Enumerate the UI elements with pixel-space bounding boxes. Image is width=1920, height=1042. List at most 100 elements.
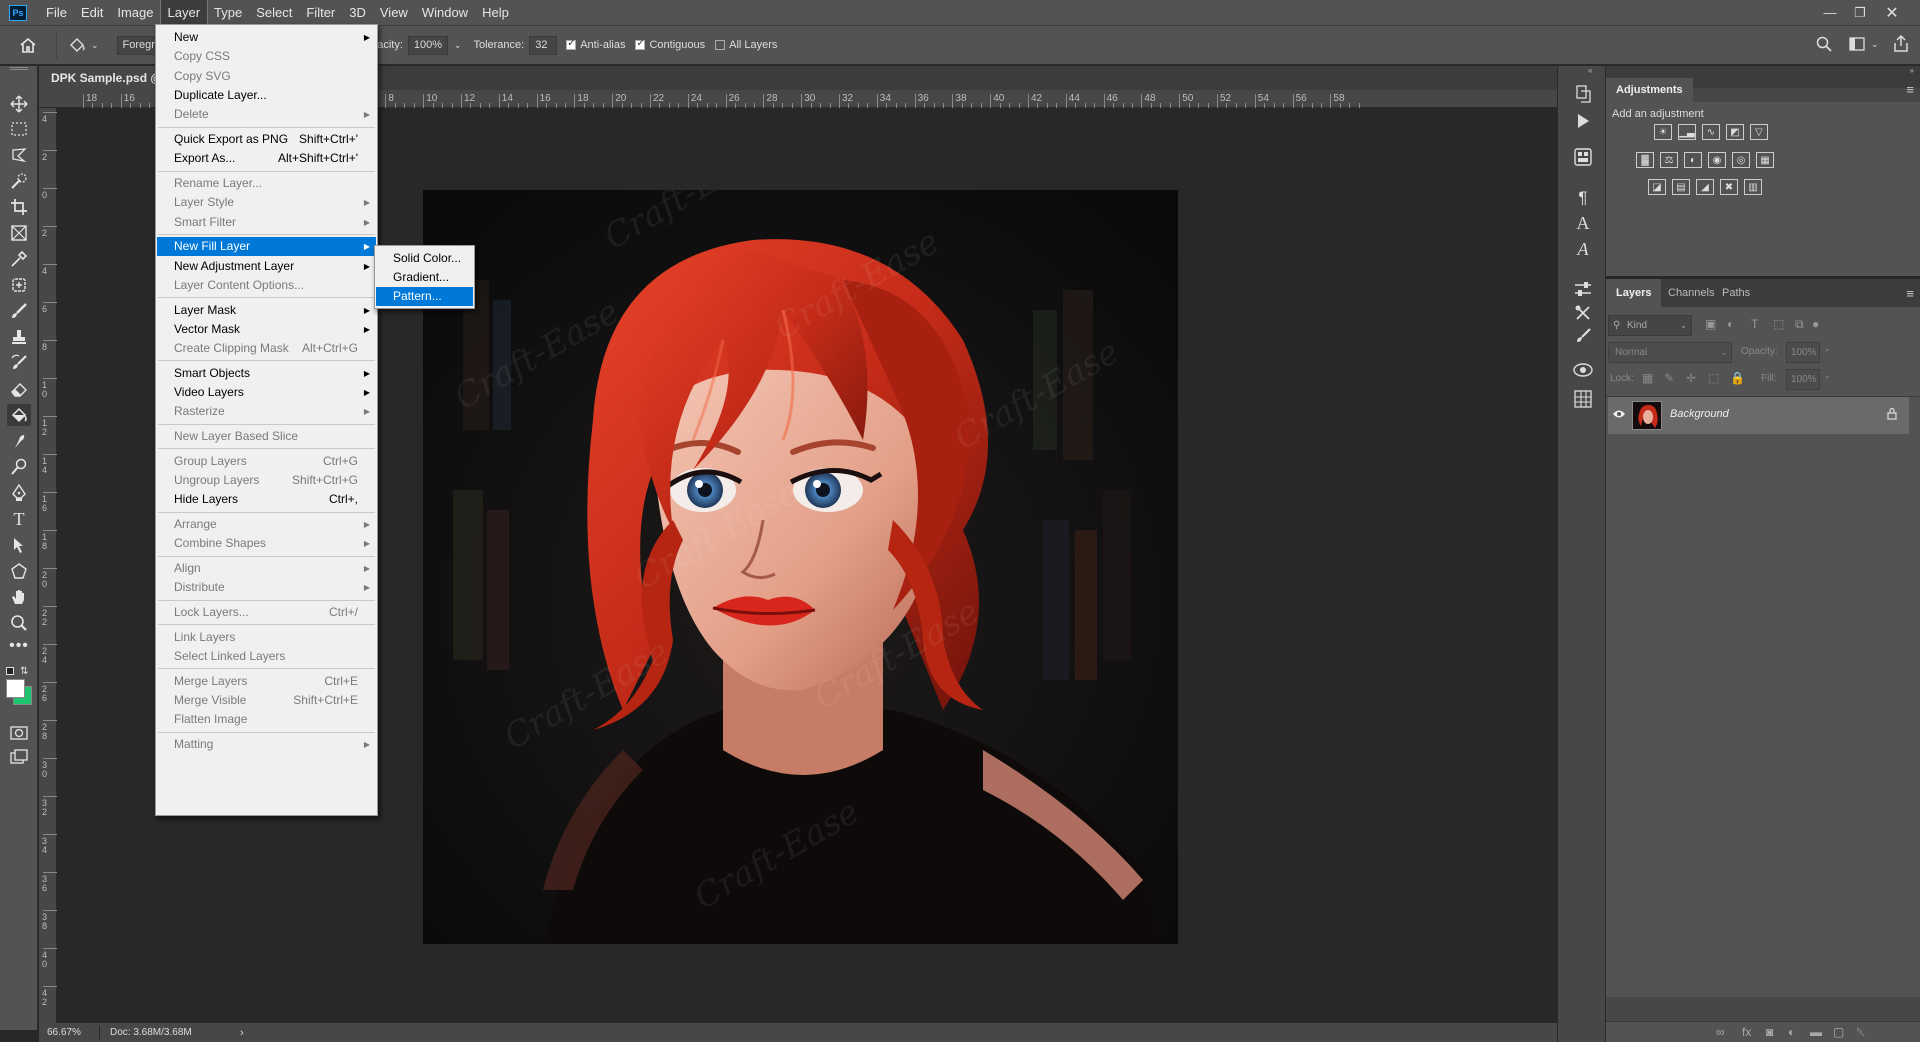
tab-adjustments[interactable]: Adjustments	[1606, 78, 1693, 102]
menu-image[interactable]: Image	[110, 0, 160, 25]
menu-item-merge-visible[interactable]: Merge Visible Shift+Ctrl+E	[157, 691, 376, 710]
frame-tool-icon[interactable]	[7, 222, 31, 244]
menu-item-hide-layers[interactable]: Hide Layers Ctrl+,	[157, 490, 376, 509]
invert-icon[interactable]: ◪	[1648, 179, 1666, 195]
new-layer-icon[interactable]: ▢	[1833, 1025, 1844, 1039]
delete-layer-icon[interactable]: ␡	[1856, 1025, 1866, 1040]
character-panel-icon[interactable]: A	[1572, 212, 1594, 234]
menu-item-distribute[interactable]: Distribute ▶	[157, 578, 376, 597]
menu-item-delete[interactable]: Delete ▶	[157, 105, 376, 124]
zoom-tool-icon[interactable]	[7, 612, 31, 634]
menu-item-vector-mask[interactable]: Vector Mask ▶	[157, 320, 376, 339]
brush-tool-icon[interactable]	[7, 300, 31, 322]
menu-item-quick-export-as-png[interactable]: Quick Export as PNG Shift+Ctrl+'	[157, 130, 376, 149]
menu-item-new[interactable]: New ▶	[157, 28, 376, 47]
default-colors-icon[interactable]	[6, 667, 14, 675]
menu-view[interactable]: View	[373, 0, 415, 25]
black-white-icon[interactable]: ◐	[1684, 152, 1702, 168]
antialias-checkbox[interactable]: Anti-alias	[566, 38, 625, 51]
eyedropper-tool-icon[interactable]	[7, 248, 31, 270]
menu-item-rasterize[interactable]: Rasterize ▶	[157, 402, 376, 421]
levels-icon[interactable]: ▁▃	[1678, 124, 1696, 140]
posterize-icon[interactable]: ▤	[1672, 179, 1690, 195]
paragraph-panel-icon[interactable]: ¶	[1572, 187, 1594, 209]
healing-brush-tool-icon[interactable]	[7, 274, 31, 296]
collapse-panels-icon[interactable]: «	[1588, 66, 1592, 75]
pixel-filter-icon[interactable]: ▣	[1705, 317, 1716, 331]
document-canvas[interactable]: Craft-Ease Craft-Ease Craft-Ease Craft-E…	[423, 190, 1178, 944]
add-mask-icon[interactable]: ◙	[1766, 1025, 1773, 1039]
menu-item-copy-css[interactable]: Copy CSS	[157, 47, 376, 66]
menu-filter[interactable]: Filter	[299, 0, 342, 25]
menu-item-video-layers[interactable]: Video Layers ▶	[157, 383, 376, 402]
menu-item-new-adjustment-layer[interactable]: New Adjustment Layer ▶	[157, 257, 376, 276]
menu-type[interactable]: Type	[207, 0, 249, 25]
layer-opacity-arrow-icon[interactable]: ⌄	[1824, 344, 1831, 353]
toolbar-grip[interactable]	[10, 67, 28, 70]
smudge-tool-icon[interactable]	[7, 430, 31, 452]
menu-3d[interactable]: 3D	[342, 0, 373, 25]
share-icon[interactable]	[1893, 34, 1909, 55]
lock-transparent-icon[interactable]: ▦	[1642, 371, 1653, 385]
menu-help[interactable]: Help	[475, 0, 516, 25]
fx-icon[interactable]: fx	[1742, 1025, 1751, 1039]
submenu-item-pattern[interactable]: Pattern...	[376, 287, 473, 306]
layer-lock-icon[interactable]	[1887, 407, 1897, 423]
menu-item-create-clipping-mask[interactable]: Create Clipping Mask Alt+Ctrl+G	[157, 339, 376, 358]
lasso-tool-icon[interactable]	[7, 144, 31, 166]
lock-artboard-icon[interactable]: ⬚	[1708, 371, 1719, 385]
menu-item-new-fill-layer[interactable]: New Fill Layer ▶	[157, 237, 376, 257]
curves-icon[interactable]: ∿	[1702, 124, 1720, 140]
workspace-icon[interactable]: ⌄	[1849, 37, 1879, 51]
opacity-dropdown-icon[interactable]: ⌄	[454, 40, 462, 51]
marquee-tool-icon[interactable]	[7, 118, 31, 140]
eraser-tool-icon[interactable]	[7, 378, 31, 400]
submenu-item-solid-color[interactable]: Solid Color...	[376, 249, 473, 268]
history-brush-tool-icon[interactable]	[7, 352, 31, 374]
menu-item-merge-layers[interactable]: Merge Layers Ctrl+E	[157, 672, 376, 691]
menu-item-smart-objects[interactable]: Smart Objects ▶	[157, 364, 376, 383]
adjustment-filter-icon[interactable]: ◐	[1727, 317, 1734, 331]
move-tool-icon[interactable]	[7, 93, 31, 115]
menu-item-align[interactable]: Align ▶	[157, 559, 376, 578]
close-icon[interactable]: ✕	[1878, 0, 1906, 25]
menu-item-link-layers[interactable]: Link Layers	[157, 628, 376, 647]
layers-menu-icon[interactable]: ≡	[1906, 286, 1914, 301]
submenu-item-gradient[interactable]: Gradient...	[376, 268, 473, 287]
document-tab[interactable]: DPK Sample.psd @	[39, 66, 157, 90]
menu-item-export-as[interactable]: Export As... Alt+Shift+Ctrl+'	[157, 149, 376, 168]
hand-tool-icon[interactable]	[7, 586, 31, 608]
exposure-icon[interactable]: ◩	[1726, 124, 1744, 140]
all-layers-checkbox[interactable]: All Layers	[715, 39, 777, 51]
fill-arrow-icon[interactable]: ⌄	[1824, 371, 1831, 380]
layer-row[interactable]: Background	[1608, 397, 1909, 434]
shape-filter-icon[interactable]: ⬚	[1773, 317, 1784, 331]
lock-position-icon[interactable]: ✛	[1686, 371, 1696, 385]
fill-source-select[interactable]: Foregro	[116, 35, 161, 55]
menu-item-flatten-image[interactable]: Flatten Image	[157, 710, 376, 729]
adjustments-menu-icon[interactable]: ≡	[1906, 82, 1914, 97]
libraries-panel-icon[interactable]	[1572, 146, 1594, 168]
menu-item-smart-filter[interactable]: Smart Filter ▶	[157, 213, 376, 232]
vibrance-icon[interactable]: ▽	[1750, 124, 1768, 140]
tolerance-input[interactable]: 32	[529, 35, 558, 55]
type-filter-icon[interactable]: T	[1751, 317, 1758, 331]
hue-saturation-icon[interactable]: ▓	[1636, 152, 1654, 168]
smart-object-filter-icon[interactable]: ⧉	[1795, 317, 1804, 332]
link-layers-icon[interactable]: ∞	[1716, 1025, 1725, 1039]
layer-opacity-input[interactable]: 100%	[1786, 342, 1820, 363]
fill-input[interactable]: 100%	[1786, 369, 1820, 390]
path-selection-tool-icon[interactable]	[7, 534, 31, 556]
tab-paths[interactable]: Paths	[1712, 279, 1760, 307]
menu-edit[interactable]: Edit	[74, 0, 110, 25]
paint-bucket-preset-icon[interactable]: ⌄	[67, 36, 99, 54]
menu-item-group-layers[interactable]: Group Layers Ctrl+G	[157, 452, 376, 471]
clone-stamp-tool-icon[interactable]	[7, 326, 31, 348]
menu-item-layer-style[interactable]: Layer Style ▶	[157, 193, 376, 212]
color-balance-icon[interactable]: ⚖	[1660, 152, 1678, 168]
restore-icon[interactable]: ❐	[1846, 0, 1874, 25]
history-panel-icon[interactable]	[1572, 83, 1594, 105]
color-lookup-icon[interactable]: ▦	[1756, 152, 1774, 168]
type-tool-icon[interactable]: T	[7, 508, 31, 530]
menu-item-combine-shapes[interactable]: Combine Shapes ▶	[157, 534, 376, 553]
